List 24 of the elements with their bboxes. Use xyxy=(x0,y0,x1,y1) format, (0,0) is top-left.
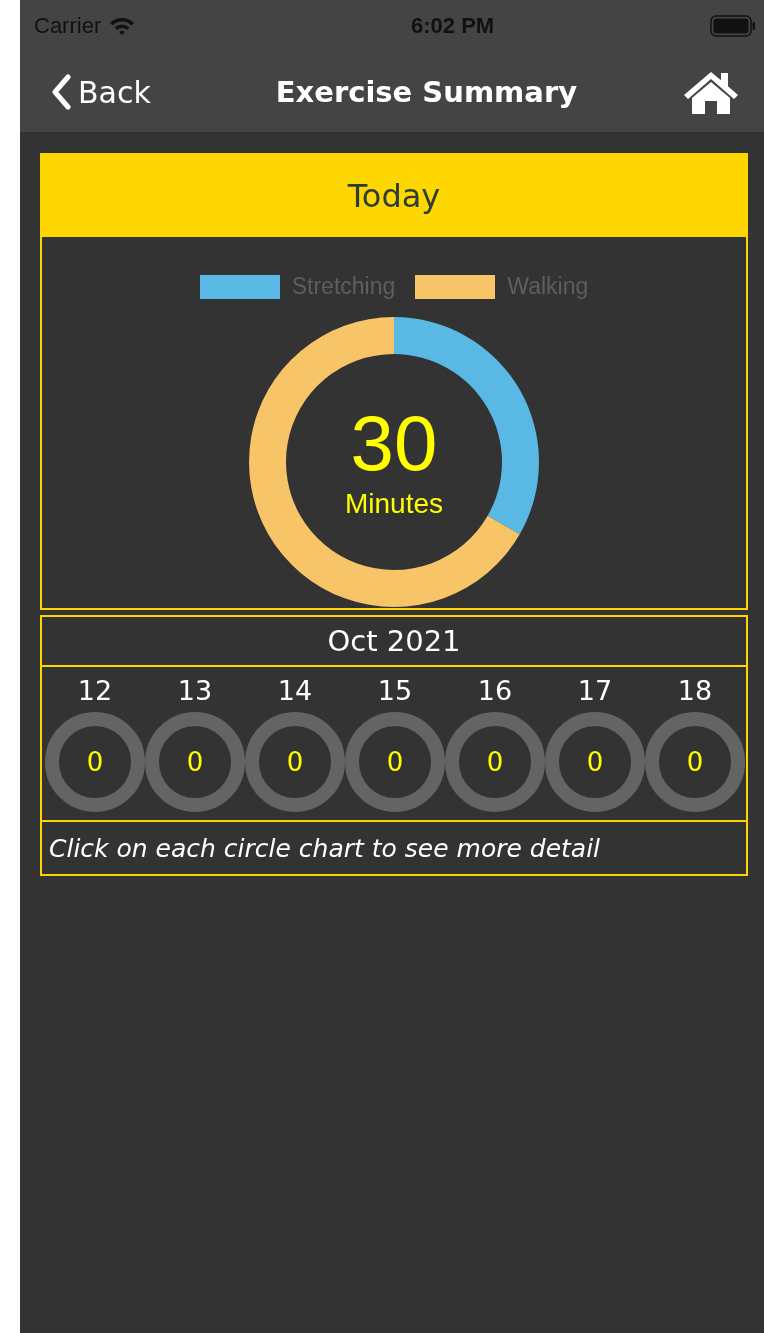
day-circle-chart[interactable]: 0 xyxy=(545,712,645,812)
wifi-icon xyxy=(109,16,136,36)
day-circle-chart[interactable]: 0 xyxy=(645,712,745,812)
day-number: 17 xyxy=(577,675,613,706)
unit-label: Minutes xyxy=(344,488,443,520)
day-circle-chart[interactable]: 0 xyxy=(45,712,145,812)
card-title: Today xyxy=(42,155,746,237)
day-circle-chart[interactable]: 0 xyxy=(445,712,545,812)
total-value: 30 xyxy=(350,404,438,482)
chevron-icon xyxy=(50,74,72,110)
month-label: Oct 2021 xyxy=(42,617,746,667)
day-circle-chart[interactable]: 0 xyxy=(345,712,445,812)
screen-title: Exercise Summary xyxy=(275,75,578,109)
day-number: 15 xyxy=(377,675,413,706)
day-number: 12 xyxy=(77,675,113,706)
day-number: 16 xyxy=(477,675,513,706)
day-number: 14 xyxy=(277,675,313,706)
day-number: 13 xyxy=(177,675,213,706)
back-button[interactable]: Back xyxy=(50,74,151,110)
day-circle-chart[interactable]: 0 xyxy=(245,712,345,812)
hint-text: Click on each circle chart to see more detail xyxy=(48,832,602,865)
day-number: 18 xyxy=(677,675,713,706)
day-circle-chart[interactable]: 0 xyxy=(145,712,245,812)
battery-icon xyxy=(710,15,756,37)
